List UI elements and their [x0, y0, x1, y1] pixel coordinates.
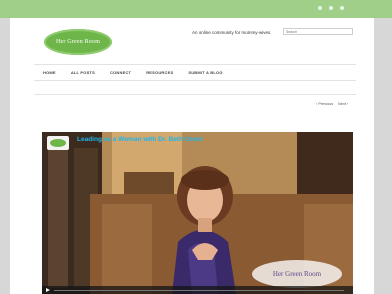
video-controls	[42, 286, 353, 294]
social-icon[interactable]	[340, 6, 344, 10]
nav-item-resources[interactable]: RESOURCES	[146, 70, 173, 75]
page-content: Her Green Room An online community for m…	[10, 18, 374, 294]
play-icon[interactable]	[46, 288, 50, 292]
progress-bar[interactable]	[54, 289, 344, 291]
nav-bottom-divider	[34, 80, 356, 81]
site-tagline: An online community for mommy-wives.	[192, 30, 272, 35]
nav-item-home[interactable]: HOME	[43, 70, 56, 75]
video-player[interactable]: Leading as a Woman with Dr. Beth Grant H…	[42, 132, 353, 294]
watermark-text: Her Green Room	[272, 270, 322, 278]
next-link[interactable]: Next ›	[338, 102, 348, 106]
video-title[interactable]: Leading as a Woman with Dr. Beth Grant	[77, 136, 202, 143]
social-icons	[318, 6, 344, 10]
nav-top-divider	[34, 64, 356, 65]
nav-item-submit-a-blog[interactable]: SUBMIT A BLOG	[188, 70, 222, 75]
social-icon[interactable]	[329, 6, 333, 10]
logo-text: Her Green Room	[55, 39, 101, 45]
search-input[interactable]	[283, 28, 353, 35]
previous-link[interactable]: ‹ Previous	[316, 102, 333, 106]
site-logo[interactable]: Her Green Room	[44, 29, 112, 55]
video-watermark-logo: Her Green Room	[252, 260, 342, 288]
nav-item-connect[interactable]: CONNECT	[110, 70, 131, 75]
content-divider	[34, 94, 356, 95]
social-icon[interactable]	[318, 6, 322, 10]
main-nav: HOME ALL POSTS CONNECT RESOURCES SUBMIT …	[43, 70, 223, 75]
nav-item-all-posts[interactable]: ALL POSTS	[71, 70, 95, 75]
post-pager: ‹ Previous Next ›	[316, 102, 348, 106]
channel-thumbnail[interactable]	[47, 136, 69, 150]
top-bar	[0, 0, 392, 18]
